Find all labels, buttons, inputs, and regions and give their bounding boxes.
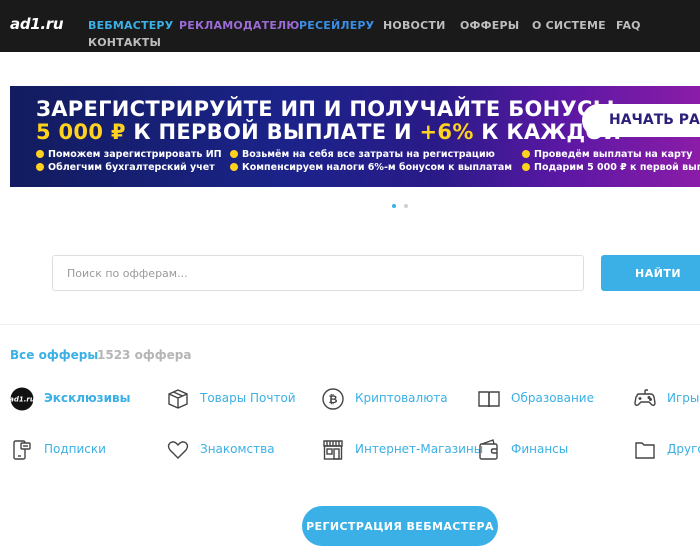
nav-webmaster[interactable]: ВЕБМАСТЕРУ <box>88 19 173 32</box>
category-label: Криптовалюта <box>355 391 448 405</box>
nav-reseller[interactable]: РЕСЕЙЛЕРУ <box>299 19 374 32</box>
nav-news[interactable]: НОВОСТИ <box>383 19 445 32</box>
banner-bullet: Поможем зарегистрировать ИП <box>36 149 222 160</box>
top-header: ad1.ru ВЕБМАСТЕРУ РЕКЛАМОДАТЕЛЮ РЕСЕЙЛЕР… <box>0 0 700 52</box>
category-label: Финансы <box>511 442 569 456</box>
carousel-dot-active[interactable] <box>392 204 396 208</box>
banner-bullet: Облегчим бухгалтерский учет <box>36 162 215 173</box>
folder-icon <box>635 442 655 459</box>
category-label: Интернет-Магазины <box>355 442 484 456</box>
category-label: Знакомства <box>200 442 275 456</box>
nav-advertiser[interactable]: РЕКЛАМОДАТЕЛЮ <box>179 19 300 32</box>
category-games[interactable]: Игры <box>633 386 700 412</box>
category-education[interactable]: Образование <box>477 386 617 412</box>
phone-sms-icon <box>13 440 31 460</box>
shop-icon <box>323 440 343 460</box>
check-icon <box>36 163 44 171</box>
nav-contacts[interactable]: КОНТАКТЫ <box>88 36 161 49</box>
category-mail-goods[interactable]: Товары Почтой <box>166 386 306 412</box>
ad1-logo-icon: ad1.ru <box>10 387 34 411</box>
nav-offers[interactable]: ОФФЕРЫ <box>460 19 519 32</box>
category-label: Друго <box>667 442 700 456</box>
category-finance[interactable]: Финансы <box>477 437 617 463</box>
banner-start-button[interactable]: НАЧАТЬ РАБ <box>582 104 700 137</box>
banner-headline: ЗАРЕГИСТРИРУЙТЕ ИП И ПОЛУЧАЙТЕ БОНУСЫ: <box>36 97 624 121</box>
svg-text:ad1.ru: ad1.ru <box>10 396 34 404</box>
category-crypto[interactable]: ₿ Криптовалюта <box>321 386 461 412</box>
check-icon <box>522 150 530 158</box>
category-label: Игры <box>667 391 700 405</box>
banner-bullet: Компенсируем налоги 6%-м бонусом к выпла… <box>230 162 512 173</box>
carousel-dot[interactable] <box>404 204 408 208</box>
check-icon <box>36 150 44 158</box>
section-divider <box>0 324 700 325</box>
banner-bullet: Возьмём на себя все затраты на регистрац… <box>230 149 495 160</box>
banner-bonus-amount: 5 000 ₽ <box>36 120 126 144</box>
wallet-icon <box>479 439 498 460</box>
category-label: Образование <box>511 391 594 405</box>
check-icon <box>230 150 238 158</box>
book-icon <box>478 391 500 408</box>
category-dating[interactable]: Знакомства <box>166 437 306 463</box>
heart-icon <box>167 441 189 459</box>
category-label: Подписки <box>44 442 106 456</box>
category-subscriptions[interactable]: Подписки <box>10 437 150 463</box>
banner-subheadline: 5 000 ₽ К ПЕРВОЙ ВЫПЛАТЕ И +6% К КАЖДОЙ <box>36 120 621 144</box>
check-icon <box>522 163 530 171</box>
banner-bullet: Проведём выплаты на карту <box>522 149 693 160</box>
banner-percent: +6% <box>419 120 474 144</box>
register-webmaster-button[interactable]: РЕГИСТРАЦИЯ ВЕБМАСТЕРА <box>302 506 498 546</box>
category-other[interactable]: Друго <box>633 437 700 463</box>
nav-about[interactable]: О СИСТЕМЕ <box>532 19 606 32</box>
category-label: Эксклюзивы <box>44 391 131 405</box>
svg-text:₿: ₿ <box>329 393 338 406</box>
category-label: Товары Почтой <box>200 391 296 405</box>
promo-banner[interactable]: ЗАРЕГИСТРИРУЙТЕ ИП И ПОЛУЧАЙТЕ БОНУСЫ: 5… <box>10 86 700 187</box>
site-logo[interactable]: ad1.ru <box>10 15 64 33</box>
banner-bullet: Подарим 5 000 ₽ к первой выпла <box>522 162 700 173</box>
search-button[interactable]: НАЙТИ <box>601 255 700 291</box>
all-offers-link[interactable]: Все офферы <box>10 348 98 362</box>
banner-text-part: К ПЕРВОЙ ВЫПЛАТЕ И <box>125 120 420 144</box>
package-icon <box>168 389 188 409</box>
category-exclusives[interactable]: ad1.ru Эксклюзивы <box>10 386 150 412</box>
category-online-shops[interactable]: Интернет-Магазины <box>321 437 484 463</box>
nav-faq[interactable]: FAQ <box>616 19 641 32</box>
search-input[interactable] <box>52 255 584 291</box>
gamepad-icon <box>634 389 656 406</box>
bitcoin-icon: ₿ <box>322 388 344 410</box>
check-icon <box>230 163 238 171</box>
offers-count: 1523 оффера <box>97 348 192 362</box>
